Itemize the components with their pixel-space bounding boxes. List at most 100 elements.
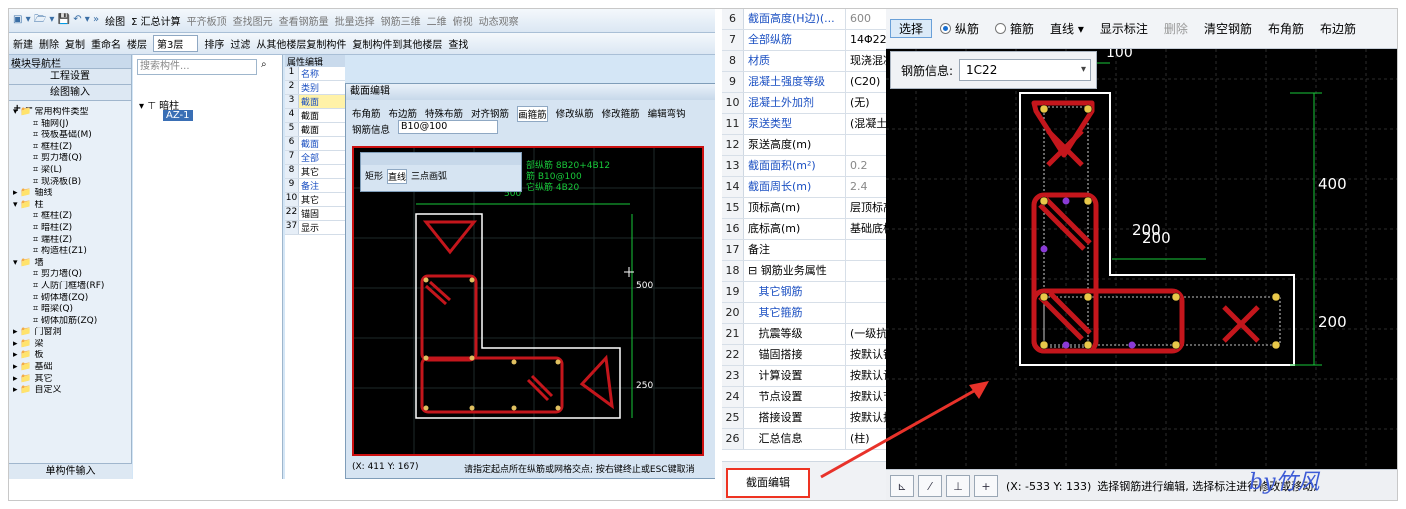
prop-row[interactable]: 22 锚固 — [285, 207, 345, 221]
property-value[interactable] — [846, 303, 890, 323]
prop-row[interactable]: 2 类别 — [285, 81, 345, 95]
summary-calc-button[interactable]: Σ 汇总计算 — [131, 13, 181, 28]
rebar-shapes[interactable] — [420, 220, 614, 414]
property-row[interactable]: 8 材质 现浇混凝 — [722, 51, 890, 72]
property-row[interactable]: 9 混凝土强度等级 (C20) — [722, 72, 890, 93]
property-value[interactable]: (C20) — [846, 72, 890, 92]
property-row[interactable]: 22 锚固搭接 按默认锚 — [722, 345, 890, 366]
property-row[interactable]: 6 截面高度(H边)(... 600 — [722, 9, 890, 30]
show-marks-button[interactable]: 显示标注 — [1092, 20, 1156, 37]
toolbar-icons[interactable]: ▣ ▾ 🗁 ▾ 💾 ↶ ▾ » — [13, 12, 99, 29]
tree-item[interactable]: ⌗ 砌体墙(ZQ) — [13, 293, 131, 305]
property-row[interactable]: 15 顶标高(m) 层顶标高 — [722, 198, 890, 219]
tree-item[interactable]: ⌗ 构造柱(Z1) — [13, 246, 131, 258]
property-row[interactable]: 18 ⊟ 钢筋业务属性 — [722, 261, 890, 282]
view-rebar-button[interactable]: 查看钢筋量 — [279, 13, 329, 28]
rebar-3d-button[interactable]: 钢筋三维 — [381, 13, 421, 28]
tree-item[interactable]: ⌗ 筏板基础(M) — [13, 130, 131, 142]
tree-item[interactable]: ▸ 📁 板 — [13, 350, 131, 362]
tree-item[interactable]: ▸ 📁 自定义 — [13, 385, 131, 397]
property-row[interactable]: 20 其它箍筋 — [722, 303, 890, 324]
prop-row[interactable]: 4 截面 — [285, 109, 345, 123]
find-element-button[interactable]: 查找图元 — [233, 13, 273, 28]
view-2d-dropdown[interactable]: 二维 — [427, 13, 447, 28]
delete-button[interactable]: 删除 — [39, 36, 59, 51]
property-value[interactable] — [846, 282, 890, 302]
prop-row[interactable]: 8 其它 — [285, 165, 345, 179]
property-value[interactable]: 600 — [846, 9, 890, 29]
property-value[interactable]: 按默认锚 — [846, 345, 890, 365]
property-row[interactable]: 13 截面面积(m²) 0.2 — [722, 156, 890, 177]
batch-select-button[interactable]: 批量选择 — [335, 13, 375, 28]
property-row[interactable]: 17 备注 — [722, 240, 890, 261]
property-value[interactable]: 0.2 — [846, 156, 890, 176]
property-value[interactable] — [846, 261, 890, 281]
dialog-tab[interactable]: 画箍筋 — [517, 106, 548, 122]
prop-row[interactable]: 9 备注 — [285, 179, 345, 193]
property-value[interactable] — [846, 240, 890, 260]
tree-item[interactable]: ▾ 📁 墙 — [13, 258, 131, 270]
property-value[interactable]: 现浇混凝 — [846, 51, 890, 71]
new-button[interactable]: 新建 — [13, 36, 33, 51]
flush-top-button[interactable]: 平齐板顶 — [187, 13, 227, 28]
prop-row[interactable]: 3 截面 — [285, 95, 345, 109]
tree-item[interactable]: ⌗ 暗柱(Z) — [13, 223, 131, 235]
drawing-input-button[interactable]: 绘图输入 — [9, 85, 131, 101]
property-row[interactable]: 19 其它钢筋 — [722, 282, 890, 303]
tree-item[interactable]: ⌗ 砌体加筋(ZQ) — [13, 316, 131, 328]
property-value[interactable]: 14Φ22 — [846, 30, 890, 50]
property-value[interactable]: (混凝土 — [846, 114, 890, 134]
prop-row[interactable]: 6 截面 — [285, 137, 345, 151]
property-value[interactable]: (一级抗 — [846, 324, 890, 344]
dialog-tab[interactable]: 修改纵筋 — [556, 106, 594, 122]
search-icon[interactable]: ⌕ — [261, 59, 277, 75]
longitudinal-radio[interactable]: 纵筋 — [932, 20, 987, 37]
copy-to-floor-button[interactable]: 复制构件到其他楼层 — [352, 36, 442, 51]
property-row[interactable]: 10 混凝土外加剂 (无) — [722, 93, 890, 114]
prop-row[interactable]: 1 名称 — [285, 67, 345, 81]
rename-button[interactable]: 重命名 — [91, 36, 121, 51]
property-value[interactable]: 基础底标 — [846, 219, 890, 239]
props-tab[interactable]: 属性编辑 — [285, 55, 345, 68]
rebar-info-input[interactable]: B10@100 — [398, 120, 498, 134]
orbit-button[interactable]: 动态观察 — [479, 13, 519, 28]
property-value[interactable]: 2.4 — [846, 177, 890, 197]
tree-item[interactable]: ⌗ 轴网(J) — [13, 119, 131, 131]
project-settings-button[interactable]: 工程设置 — [9, 69, 131, 85]
tree-item[interactable]: ⌗ 剪力墙(Q) — [13, 269, 131, 281]
corner-rebar-button[interactable]: 布角筋 — [1260, 20, 1312, 37]
prop-row[interactable]: 7 全部 — [285, 151, 345, 165]
rebar-info-select[interactable]: 1C22 — [959, 59, 1092, 81]
top-view-dropdown[interactable]: 俯视 — [453, 13, 473, 28]
tree-item[interactable]: ⌗ 人防门框墙(RF) — [13, 281, 131, 293]
tree-item[interactable]: ⌗ 现浇板(B) — [13, 177, 131, 189]
property-value[interactable]: (无) — [846, 93, 890, 113]
tree-item[interactable]: ⌗ 梁(L) — [13, 165, 131, 177]
prop-row[interactable]: 37 显示 — [285, 221, 345, 235]
tree-item[interactable]: ▾ 📁 柱 — [13, 200, 131, 212]
draw-button[interactable]: 绘图 — [105, 13, 125, 28]
tree-item[interactable]: ▸ 📁 门窗洞 — [13, 327, 131, 339]
tree-item[interactable]: ▸ 📁 基础 — [13, 362, 131, 374]
tree-item[interactable]: ▾ 📁 常用构件类型 — [13, 107, 131, 119]
copy-from-floor-button[interactable]: 从其他楼层复制构件 — [256, 36, 346, 51]
tree-item[interactable]: ▸ 📁 梁 — [13, 339, 131, 351]
prop-row[interactable]: 10 其它 — [285, 193, 345, 207]
section-canvas-left[interactable]: 500 500 250 部纵筋 8B20+4B12 筋 B10@100 它纵筋 … — [352, 146, 704, 456]
single-component-input-button[interactable]: 单构件输入 — [9, 463, 132, 479]
property-row[interactable]: 16 底标高(m) 基础底标 — [722, 219, 890, 240]
tree-item[interactable]: ⌗ 端柱(Z) — [13, 235, 131, 247]
property-row[interactable]: 7 全部纵筋 14Φ22 — [722, 30, 890, 51]
floor-select[interactable]: 第3层 — [153, 35, 199, 52]
tree-item[interactable]: ⌗ 暗梁(Q) — [13, 304, 131, 316]
find-button[interactable]: 查找 — [448, 36, 468, 51]
rect-tool[interactable]: 矩形 — [365, 169, 383, 184]
property-row[interactable]: 14 截面周长(m) 2.4 — [722, 177, 890, 198]
tree-item[interactable]: ⌗ 框柱(Z) — [13, 142, 131, 154]
dialog-tab[interactable]: 修改箍筋 — [602, 106, 640, 122]
tree-item[interactable]: ⌗ 剪力墙(Q) — [13, 153, 131, 165]
stirrup-radio[interactable]: 箍筋 — [987, 20, 1042, 37]
property-row[interactable]: 11 泵送类型 (混凝土 — [722, 114, 890, 135]
arc-tool[interactable]: 三点画弧 — [411, 169, 447, 184]
property-value[interactable] — [846, 135, 890, 155]
